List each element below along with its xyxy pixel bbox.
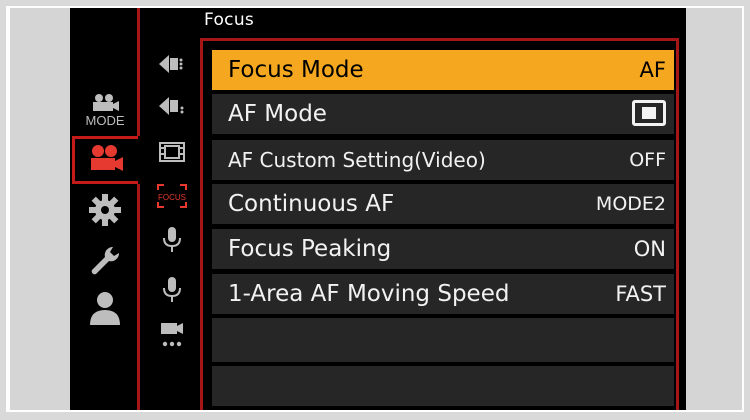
svg-text:MODE: MODE bbox=[86, 113, 125, 128]
menu-item-label: Focus Peaking bbox=[228, 236, 392, 262]
menu-item-label: 1-Area AF Moving Speed bbox=[228, 281, 510, 307]
menu-item-value: AF bbox=[639, 58, 666, 82]
menu-item-value: FAST bbox=[615, 282, 666, 306]
left-bezel bbox=[10, 8, 70, 410]
video-other-icon bbox=[161, 323, 183, 347]
af-area-icon bbox=[632, 100, 666, 126]
category-my-menu[interactable] bbox=[80, 288, 130, 328]
menu-item-focus-mode[interactable]: Focus Mode AF bbox=[212, 50, 674, 90]
video-camera-icon bbox=[91, 145, 123, 171]
menu-item-value: OFF bbox=[629, 149, 666, 171]
person-icon bbox=[90, 292, 120, 325]
menu-item-value: ON bbox=[633, 237, 666, 261]
focus-icon: FOCUS bbox=[157, 184, 187, 208]
audio-mic-icon bbox=[163, 227, 181, 252]
film-frame-icon bbox=[159, 142, 185, 162]
subtab-2[interactable] bbox=[148, 88, 196, 124]
menu-item-label: Focus Mode bbox=[228, 57, 364, 83]
menu-item-1-area-af-moving-speed[interactable]: 1-Area AF Moving Speed FAST bbox=[212, 274, 674, 314]
subtab-focus[interactable]: FOCUS bbox=[148, 178, 196, 214]
subtab-3[interactable] bbox=[148, 134, 196, 170]
category-video[interactable] bbox=[80, 140, 130, 180]
subtab-audio-2[interactable] bbox=[148, 272, 196, 308]
gear-icon bbox=[89, 194, 121, 226]
camera-screen-frame: Focus MODE FOCUS Focus Mode AF AF Mode A… bbox=[0, 0, 750, 420]
subtab-other[interactable] bbox=[148, 318, 196, 354]
menu-item-af-mode[interactable]: AF Mode bbox=[212, 94, 674, 134]
right-bezel bbox=[686, 8, 742, 410]
menu-item-af-custom-setting[interactable]: AF Custom Setting(Video) OFF bbox=[212, 140, 674, 180]
svg-text:FOCUS: FOCUS bbox=[158, 193, 186, 202]
menu-empty-row bbox=[212, 318, 674, 362]
category-divider-top bbox=[137, 8, 140, 136]
list-top-border bbox=[200, 38, 678, 41]
list-right-border bbox=[676, 38, 679, 410]
category-custom[interactable] bbox=[80, 190, 130, 230]
category-setup[interactable] bbox=[80, 242, 130, 282]
menu-item-label: AF Mode bbox=[228, 101, 327, 127]
audio-mic-2-icon bbox=[163, 277, 181, 302]
mode-camera-icon: MODE bbox=[86, 94, 125, 128]
menu-item-continuous-af[interactable]: Continuous AF MODE2 bbox=[212, 184, 674, 224]
wrench-icon bbox=[91, 246, 120, 275]
subtab-1[interactable] bbox=[148, 46, 196, 82]
category-divider-bottom bbox=[137, 184, 140, 410]
menu-item-value bbox=[632, 94, 666, 134]
menu-item-label: AF Custom Setting(Video) bbox=[228, 148, 486, 172]
video-format-icon bbox=[159, 55, 183, 73]
menu-item-value: MODE2 bbox=[595, 193, 666, 215]
menu-empty-row bbox=[212, 366, 674, 406]
menu-item-focus-peaking[interactable]: Focus Peaking ON bbox=[212, 229, 674, 269]
list-left-border bbox=[200, 40, 203, 410]
video-quality-icon bbox=[159, 97, 184, 115]
subtab-audio[interactable] bbox=[148, 222, 196, 258]
category-mode[interactable]: MODE bbox=[80, 90, 130, 130]
tab-title: Focus bbox=[204, 10, 255, 30]
menu-item-label: Continuous AF bbox=[228, 191, 395, 217]
